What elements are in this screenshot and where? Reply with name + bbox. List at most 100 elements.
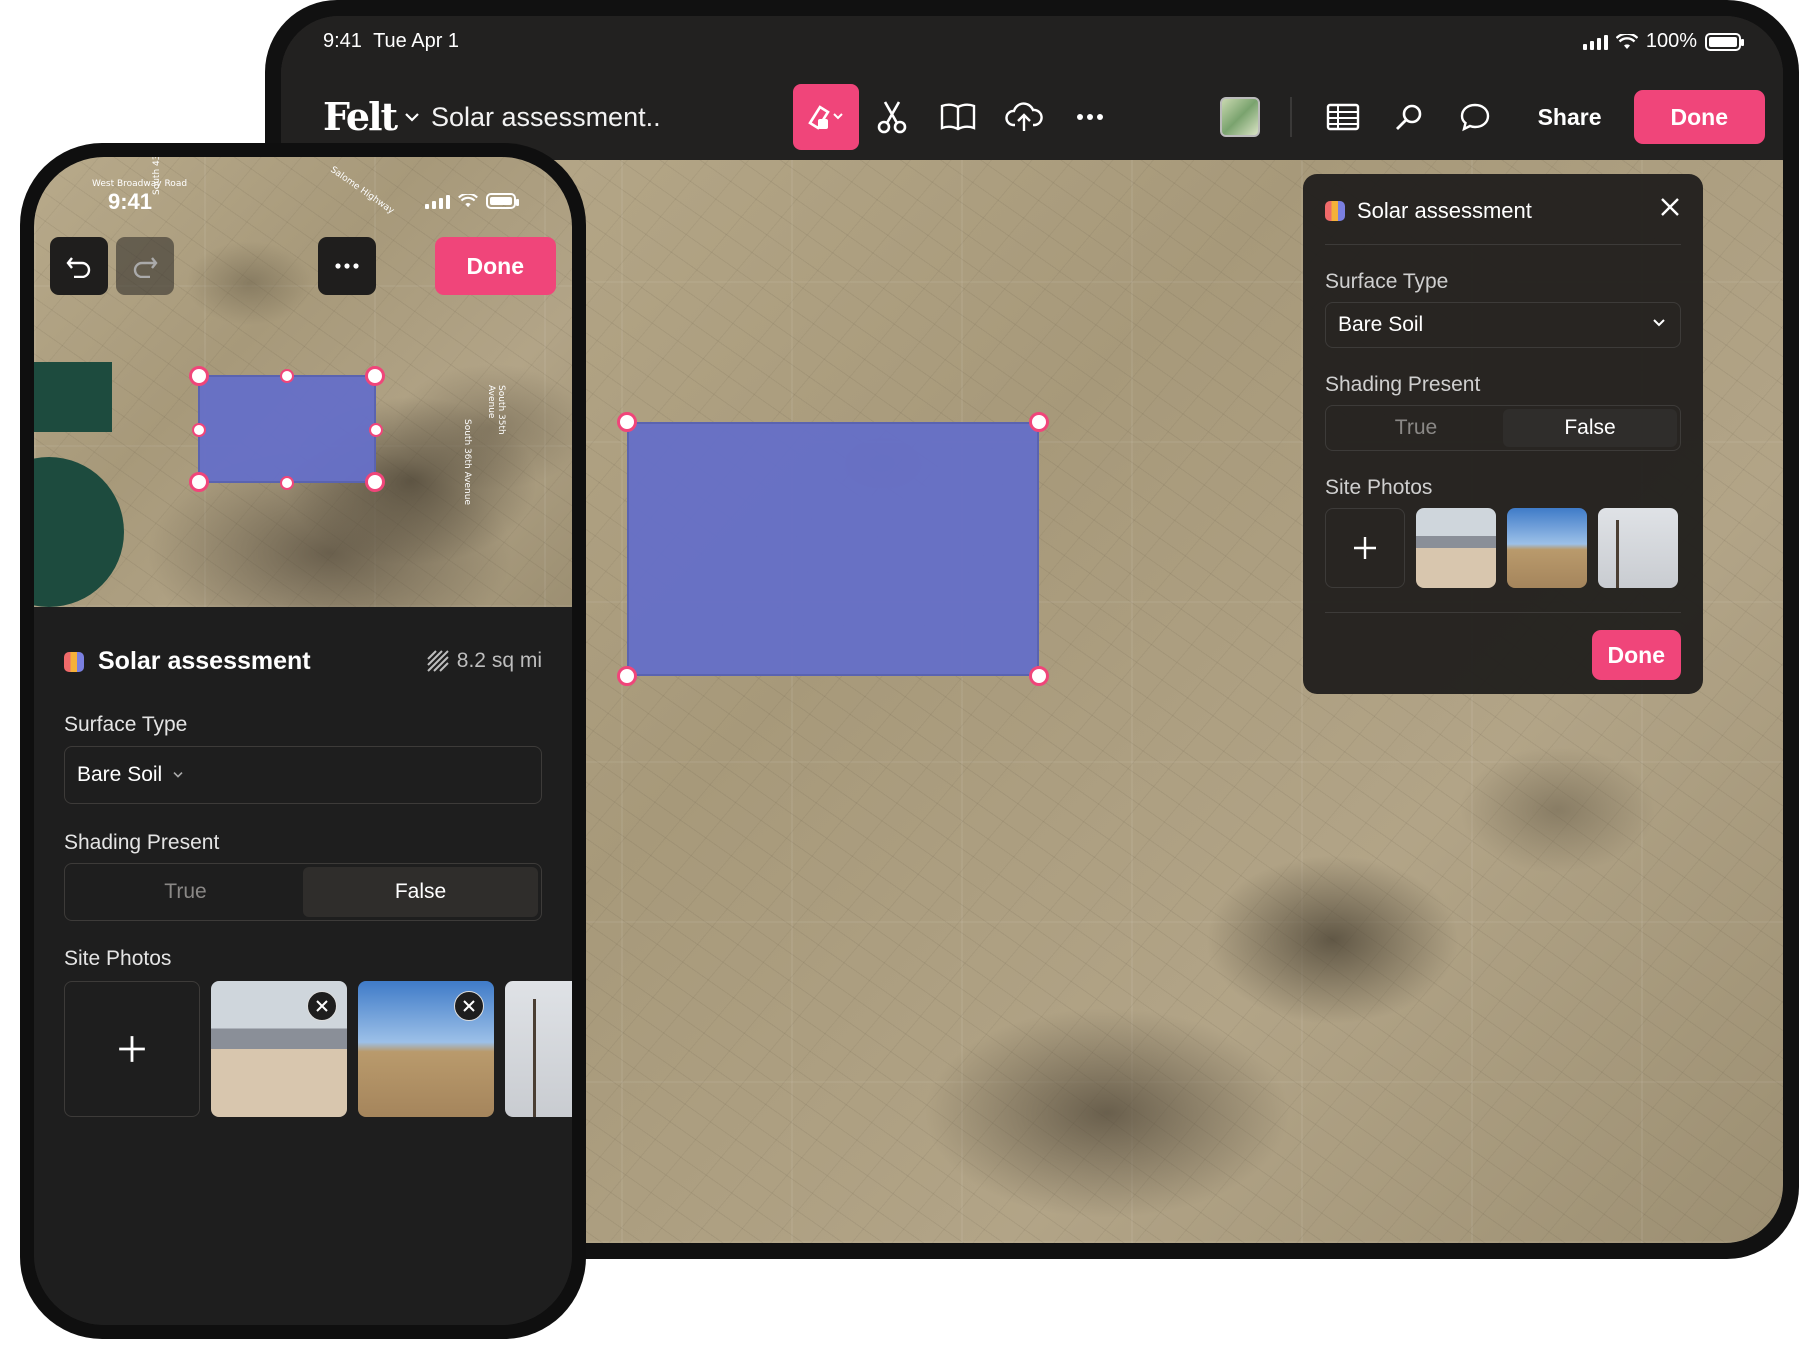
- wifi-icon: [458, 194, 478, 208]
- library-button[interactable]: [925, 84, 991, 150]
- done-button[interactable]: Done: [434, 237, 556, 295]
- cut-tool-button[interactable]: [859, 84, 925, 150]
- comment-button[interactable]: [1442, 84, 1508, 150]
- more-button[interactable]: [318, 237, 376, 295]
- cellular-signal-icon: [425, 193, 450, 209]
- felt-logo: Felt: [323, 94, 398, 139]
- undo-button[interactable]: [50, 237, 108, 295]
- search-button[interactable]: [1376, 84, 1442, 150]
- remove-photo-button[interactable]: [307, 991, 337, 1021]
- document-title[interactable]: Solar assessment..: [431, 102, 661, 133]
- scissors-icon: [877, 101, 907, 134]
- more-button[interactable]: [1057, 84, 1123, 150]
- draw-tool-icon: [808, 105, 843, 130]
- site-photos-list: [1325, 508, 1678, 588]
- status-indicators: 100%: [1582, 30, 1744, 53]
- cellular-signal-icon: [1582, 34, 1608, 50]
- vertex-handle[interactable]: [189, 472, 209, 492]
- phone-screen: West Broadway Road South 43rd Avenue Sal…: [34, 157, 572, 1325]
- map-street-label: South 35th Avenue: [486, 385, 506, 435]
- plus-icon: [1354, 537, 1376, 559]
- area-measurement: 8.2 sq mi: [427, 649, 542, 673]
- battery-icon: [1705, 32, 1744, 51]
- shading-label: Shading Present: [64, 831, 220, 854]
- midpoint-handle[interactable]: [280, 476, 294, 490]
- more-icon: [1077, 114, 1103, 120]
- selected-polygon[interactable]: [198, 375, 376, 483]
- surface-type-label: Surface Type: [1325, 270, 1449, 293]
- shading-option-false[interactable]: False: [303, 867, 538, 917]
- shading-toggle: True False: [64, 863, 542, 921]
- table-view-button[interactable]: [1310, 84, 1376, 150]
- sheet-header: Solar assessment: [64, 647, 311, 676]
- area-hatch-icon: [427, 650, 449, 672]
- chevron-down-icon: [405, 112, 419, 122]
- shading-toggle: True False: [1325, 405, 1681, 451]
- redo-button[interactable]: [116, 237, 174, 295]
- divider: [1325, 612, 1681, 613]
- map-street-label: West Broadway Road: [92, 179, 188, 189]
- site-photo[interactable]: [211, 981, 347, 1117]
- vertex-handle[interactable]: [617, 666, 637, 686]
- surface-type-select[interactable]: Bare Soil: [64, 746, 542, 804]
- surface-type-value: Bare Soil: [1338, 313, 1424, 336]
- status-time: 9:41 Tue Apr 1: [323, 30, 460, 52]
- vertex-handle[interactable]: [365, 472, 385, 492]
- felt-logo-menu[interactable]: Felt: [323, 94, 420, 139]
- selected-polygon[interactable]: [627, 422, 1039, 676]
- undo-icon: [66, 257, 91, 278]
- close-icon: [316, 1000, 328, 1012]
- main-tool-group: [793, 84, 1123, 150]
- site-photos-label: Site Photos: [64, 947, 172, 970]
- panel-header: Solar assessment: [1325, 198, 1681, 224]
- midpoint-handle[interactable]: [280, 369, 294, 383]
- done-button[interactable]: Done: [1633, 90, 1765, 144]
- shading-option-false[interactable]: False: [1503, 409, 1677, 447]
- panel-done-button[interactable]: Done: [1591, 630, 1681, 680]
- draw-tool-button[interactable]: [793, 84, 859, 150]
- site-photo[interactable]: [358, 981, 494, 1117]
- share-button[interactable]: Share: [1538, 104, 1602, 131]
- vertex-handle[interactable]: [1029, 666, 1049, 686]
- status-indicators: [425, 193, 519, 209]
- add-photo-button[interactable]: [1325, 508, 1405, 588]
- site-photo[interactable]: [505, 981, 572, 1117]
- status-time: 9:41: [108, 189, 153, 214]
- remove-photo-button[interactable]: [454, 991, 484, 1021]
- feature-sheet: Solar assessment 8.2 sq mi Surface Type …: [34, 607, 572, 1325]
- divider: [1325, 244, 1681, 245]
- vertex-handle[interactable]: [617, 412, 637, 432]
- site-photo[interactable]: [1598, 508, 1678, 588]
- upload-button[interactable]: [991, 84, 1057, 150]
- add-photo-button[interactable]: [64, 981, 200, 1117]
- phone-map-canvas[interactable]: West Broadway Road South 43rd Avenue Sal…: [34, 157, 572, 607]
- surface-type-select[interactable]: Bare Soil: [1325, 302, 1681, 348]
- book-icon: [940, 103, 976, 131]
- vertex-handle[interactable]: [189, 366, 209, 386]
- vertex-handle[interactable]: [365, 366, 385, 386]
- close-icon[interactable]: [1659, 196, 1681, 218]
- shading-option-true[interactable]: True: [68, 867, 303, 917]
- shading-option-true[interactable]: True: [1329, 409, 1503, 447]
- site-photo[interactable]: [1507, 508, 1587, 588]
- midpoint-handle[interactable]: [192, 423, 206, 437]
- wifi-icon: [1615, 33, 1638, 49]
- battery-icon: [486, 193, 519, 209]
- tablet-status-bar: 9:41 Tue Apr 1 100%: [281, 16, 1783, 72]
- surface-type-label: Surface Type: [64, 713, 188, 736]
- plus-icon: [119, 1036, 145, 1062]
- basemap-thumbnail[interactable]: [1219, 97, 1260, 137]
- battery-percent: 100%: [1645, 30, 1697, 52]
- site-photo[interactable]: [1416, 508, 1496, 588]
- midpoint-handle[interactable]: [369, 423, 383, 437]
- sheet-title: Solar assessment: [98, 647, 311, 675]
- area-value: 8.2 sq mi: [456, 649, 542, 672]
- site-photos-list: [64, 981, 572, 1117]
- right-toolbar: Share Done: [1219, 84, 1783, 150]
- chevron-down-icon: [173, 772, 183, 778]
- layer-color-icon: [1325, 201, 1345, 221]
- chevron-down-icon: [1653, 319, 1665, 327]
- vertex-handle[interactable]: [1029, 412, 1049, 432]
- feature-panel: Solar assessment Surface Type Bare Soil …: [1303, 174, 1703, 694]
- search-icon: [1395, 104, 1421, 130]
